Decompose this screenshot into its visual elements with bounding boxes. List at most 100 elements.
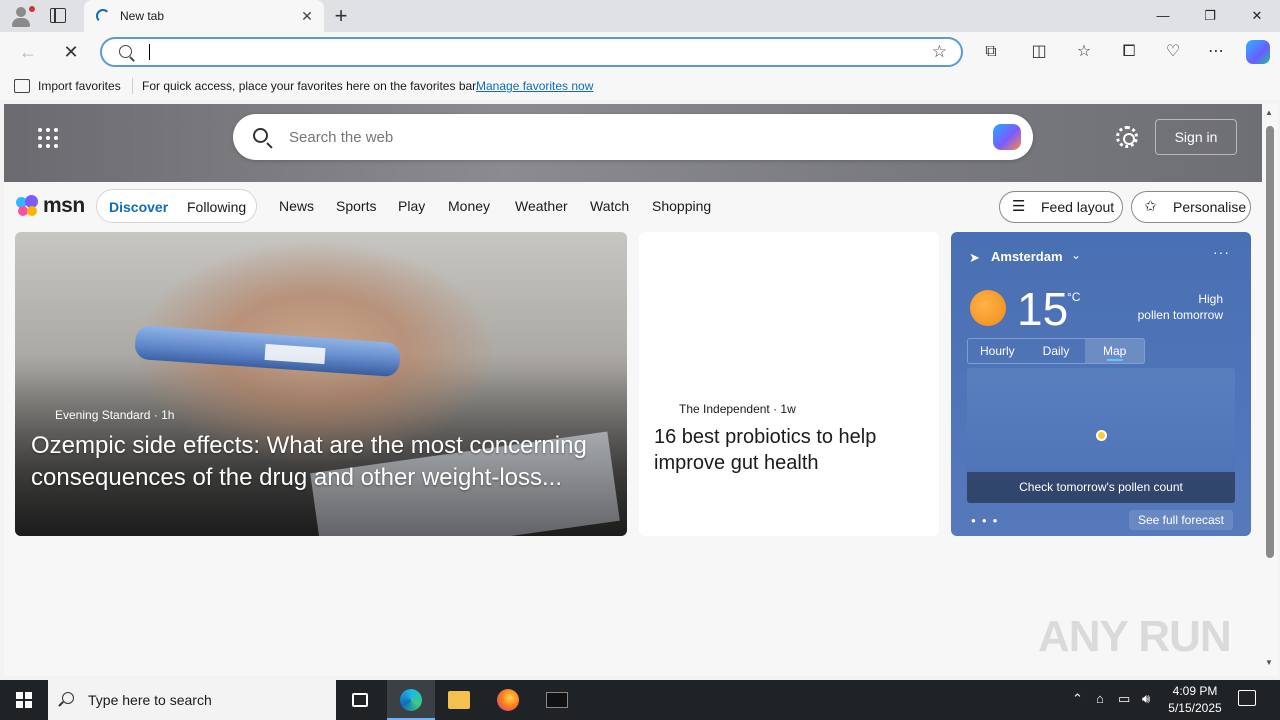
scroll-down-arrow-icon[interactable]: ▼ [1265,658,1273,667]
tab-map[interactable]: Map [1085,339,1145,363]
tab-following[interactable]: Following [187,199,246,215]
weather-card[interactable]: ➤ Amsterdam ⌄ ··· 15 °C High pollen tomo… [951,232,1251,536]
taskbar-firefox[interactable] [484,680,532,720]
app-launcher-icon[interactable] [38,128,58,148]
feed-layout-label: Feed layout [1041,199,1115,215]
taskbar-search-box[interactable]: Type here to search [48,680,336,720]
weather-more-icon[interactable]: ··· [1213,244,1230,260]
stop-loading-button[interactable]: ✕ [57,38,85,66]
sparkle-star-icon: ✩ [1144,198,1157,215]
scrollbar-thumb[interactable] [1266,126,1274,558]
pollen-count-link[interactable]: Check tomorrow's pollen count [967,472,1235,503]
import-favorites-button[interactable]: Import favorites [38,79,121,93]
story-article-card[interactable]: The Independent · 1w 16 best probiotics … [639,232,939,536]
collections-icon[interactable]: ⧠ [1117,40,1141,64]
manage-favorites-link[interactable]: Manage favorites now [476,79,593,93]
search-icon [62,692,74,704]
feed-layout-button[interactable]: ☰ Feed layout [999,191,1123,223]
settings-gear-icon[interactable] [1116,126,1138,148]
taskbar-file-explorer[interactable] [435,680,483,720]
usb-device-icon[interactable]: ⌂ [1096,691,1104,706]
see-full-forecast-button[interactable]: See full forecast [1129,510,1233,530]
nav-sports[interactable]: Sports [336,198,376,214]
tab-actions-icon[interactable] [50,8,66,23]
nav-shopping[interactable]: Shopping [652,198,711,214]
tab-title: New tab [120,9,165,23]
new-tab-button[interactable]: + [330,4,352,28]
favorites-divider [132,78,133,94]
hero-article-card[interactable]: Evening Standard · 1h Ozempic side effec… [15,232,627,536]
nav-weather[interactable]: Weather [515,198,568,214]
temperature-unit: °C [1067,290,1081,304]
weather-tabs: Hourly Daily Map [967,338,1145,364]
taskbar-clock[interactable]: 4:09 PM 5/15/2025 [1160,683,1230,717]
personalise-label: Personalise [1173,199,1247,215]
search-icon [119,45,132,58]
loading-spinner-icon [96,9,110,23]
tab-hourly[interactable]: Hourly [968,339,1027,363]
restore-button[interactable]: ❐ [1187,0,1233,32]
more-menu-icon[interactable]: ⋯ [1204,40,1228,64]
network-icon[interactable]: ▭ [1118,691,1130,707]
personalise-button[interactable]: ✩ Personalise [1131,191,1251,223]
tab-daily[interactable]: Daily [1027,339,1086,363]
chevron-down-icon[interactable]: ⌄ [1071,248,1081,262]
profile-button[interactable] [8,4,36,28]
scroll-up-arrow-icon[interactable]: ▲ [1265,108,1273,117]
firefox-icon [497,689,519,711]
article-headline[interactable]: Ozempic side effects: What are the most … [31,430,615,494]
back-button[interactable]: ← [14,38,42,66]
task-view-button[interactable] [336,680,384,720]
taskbar-terminal[interactable] [533,680,581,720]
add-favorite-star-icon[interactable]: ☆ [932,42,947,62]
show-hidden-icons-chevron-icon[interactable]: ⌃ [1072,691,1083,707]
taskbar-edge[interactable] [387,680,435,720]
nav-play[interactable]: Play [398,198,425,214]
tab-strip: New tab ✕ + — ❐ ✕ [0,0,1280,32]
minimize-button[interactable]: — [1140,0,1186,32]
profile-avatar-icon [16,7,26,17]
volume-icon[interactable]: 🔊︎ [1142,691,1150,707]
copilot-icon[interactable] [993,124,1021,150]
profile-notification-dot [29,6,35,12]
web-search-placeholder: Search the web [289,129,394,146]
import-favorites-icon[interactable] [14,79,30,93]
msn-butterfly-icon [16,195,40,217]
clock-time: 4:09 PM [1172,684,1218,698]
msn-logo[interactable]: msn [16,192,85,220]
carousel-dots[interactable]: ●●● [971,516,1004,525]
article-source: The Independent · 1w [679,402,796,416]
extensions-icon[interactable]: ⧉ [979,40,1003,64]
page-scrollbar[interactable]: ▲ ▼ [1262,104,1278,676]
split-screen-icon[interactable]: ◫ [1027,40,1051,64]
sunny-icon [970,290,1006,326]
browser-essentials-icon[interactable]: ♡ [1161,40,1185,64]
sign-in-button[interactable]: Sign in [1155,119,1237,155]
weather-temperature: 15 [1017,283,1069,335]
close-window-button[interactable]: ✕ [1234,0,1280,32]
start-button[interactable] [0,680,48,720]
nav-watch[interactable]: Watch [590,198,629,214]
pollen-map[interactable]: Check tomorrow's pollen count [967,368,1235,503]
task-view-icon [352,693,368,707]
profile-avatar-body [12,18,30,27]
search-icon [253,128,268,143]
article-headline[interactable]: 16 best probiotics to help improve gut h… [654,424,924,476]
location-pin-icon [1096,430,1107,441]
address-input[interactable] [148,42,908,62]
web-search-box[interactable]: Search the web [233,114,1033,160]
weather-city[interactable]: Amsterdam [991,249,1063,264]
favorites-bar: Import favorites For quick access, place… [0,72,1280,100]
search-header-band: Search the web Sign in [4,104,1262,182]
favorites-hint: For quick access, place your favorites h… [142,79,479,93]
tab-discover[interactable]: Discover [109,199,168,215]
nav-news[interactable]: News [279,198,314,214]
tab-new-tab[interactable]: New tab ✕ [84,0,324,32]
nav-money[interactable]: Money [448,198,490,214]
favorites-icon[interactable]: ☆ [1072,40,1096,64]
notification-center-icon[interactable] [1238,690,1256,706]
copilot-icon[interactable] [1246,40,1270,64]
feed-toggle: Discover Following [96,189,257,223]
address-bar[interactable]: ☆ [100,37,963,67]
tab-close-button[interactable]: ✕ [298,7,316,25]
